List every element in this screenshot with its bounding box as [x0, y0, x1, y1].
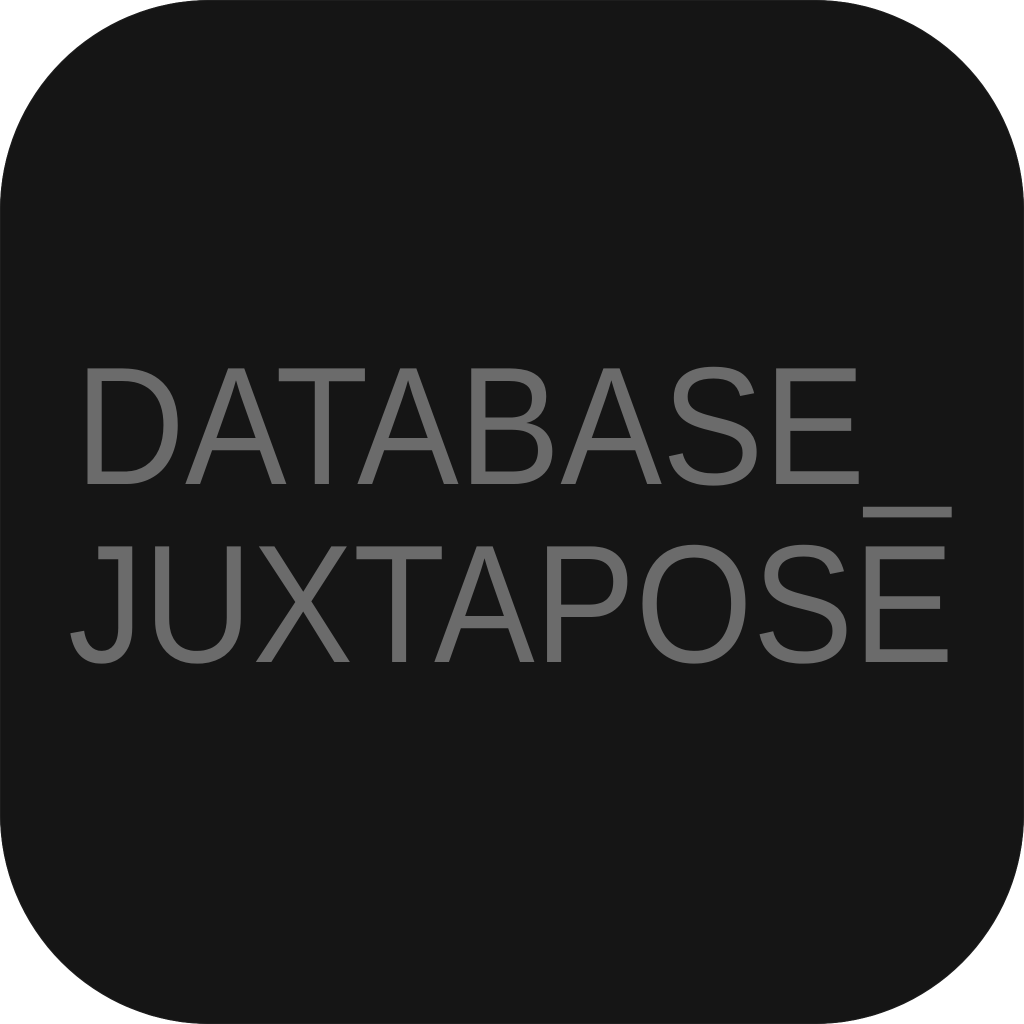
app-wordmark: DATABASE_ JUXTAPOSE — [68, 332, 954, 698]
wordmark-line-2: JUXTAPOSE — [68, 510, 954, 698]
wordmark-line-1: DATABASE_ — [75, 332, 952, 520]
app-icon[interactable]: DATABASE_ JUXTAPOSE — [0, 0, 1024, 1024]
